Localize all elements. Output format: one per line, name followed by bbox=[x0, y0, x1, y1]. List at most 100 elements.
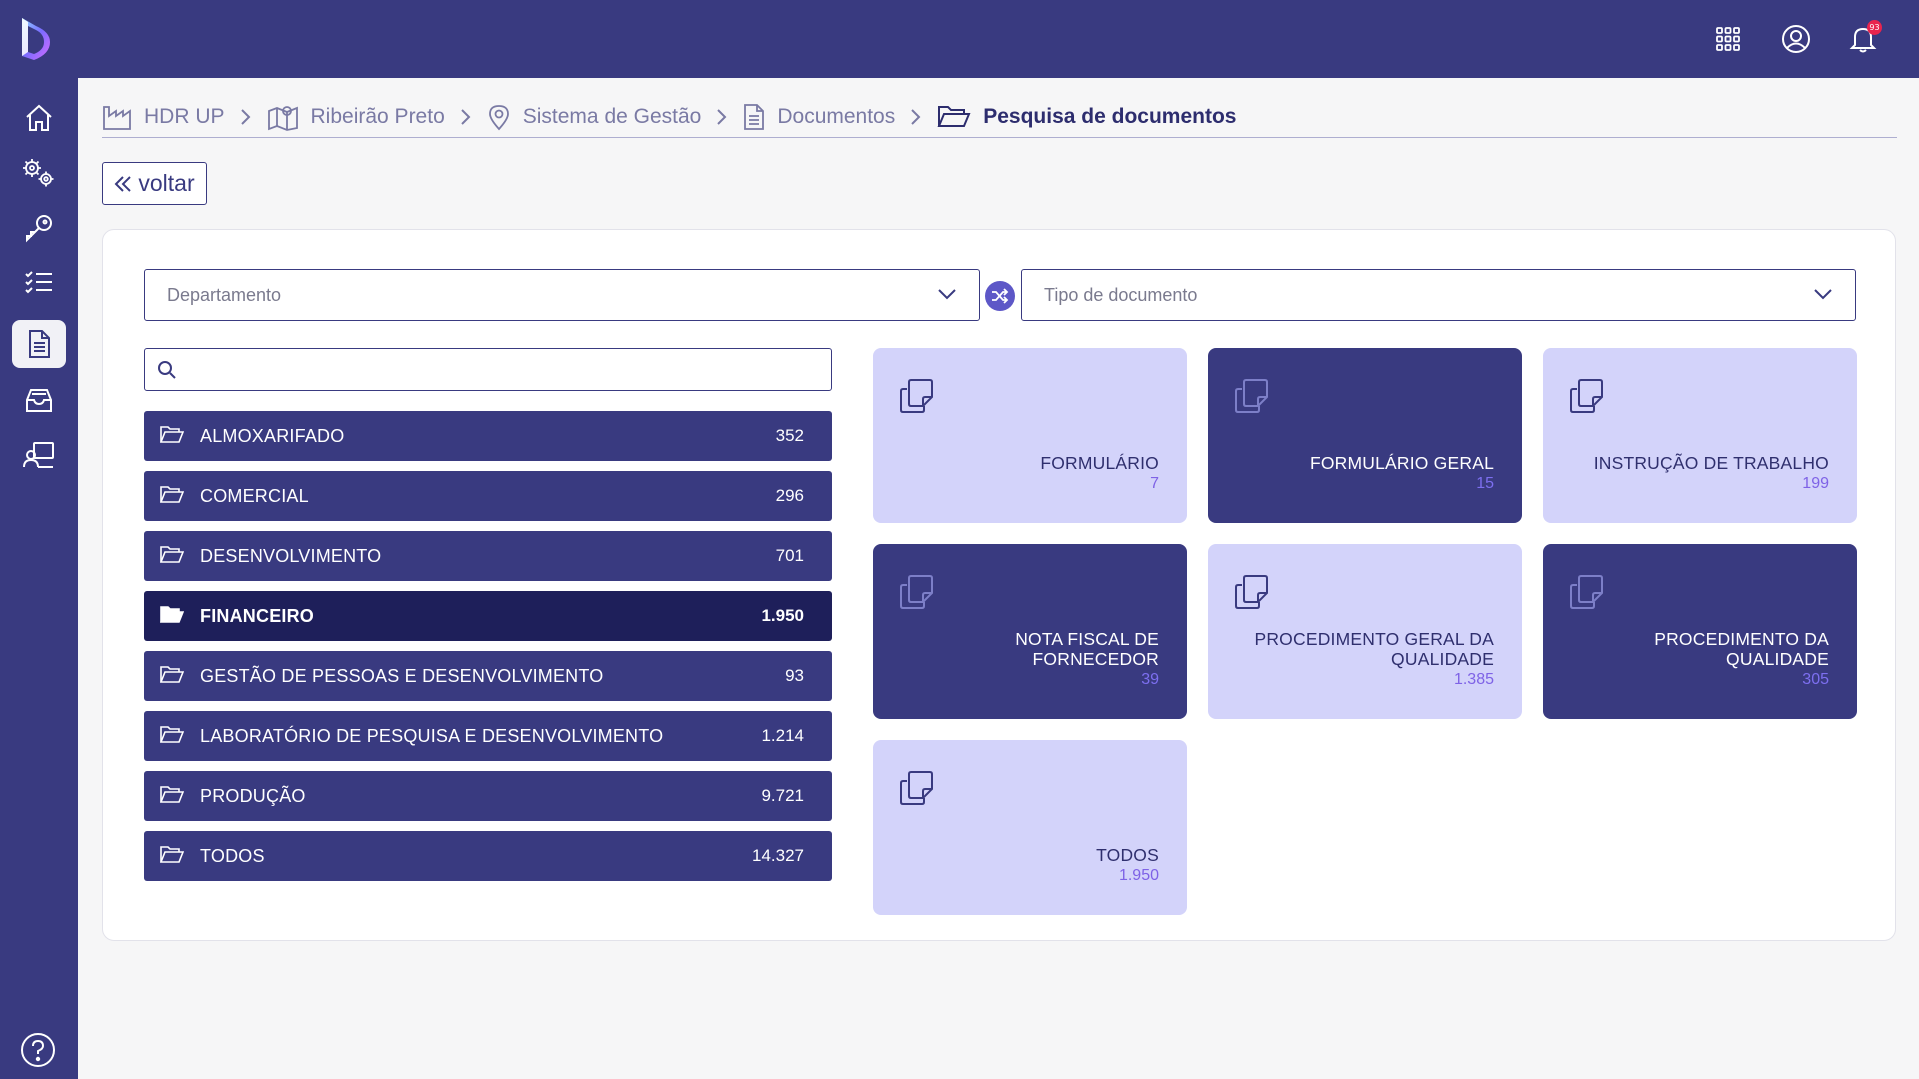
folder-open-filled-icon bbox=[160, 606, 184, 623]
sidebar-item-documents[interactable] bbox=[12, 320, 66, 368]
department-item[interactable]: PRODUÇÃO 9.721 bbox=[144, 771, 832, 821]
back-button[interactable]: voltar bbox=[102, 162, 207, 205]
help-button[interactable] bbox=[19, 1031, 57, 1069]
document-type-card[interactable]: INSTRUÇÃO DE TRABALHO 199 bbox=[1543, 348, 1857, 523]
apps-grid-icon[interactable] bbox=[1709, 20, 1747, 58]
document-type-card[interactable]: NOTA FISCAL DE FORNECEDOR 39 bbox=[873, 544, 1187, 719]
key-icon bbox=[26, 215, 52, 243]
bell-icon[interactable]: 93 bbox=[1844, 20, 1882, 58]
document-icon bbox=[744, 103, 765, 130]
document-type-select-placeholder: Tipo de documento bbox=[1044, 284, 1198, 305]
document-type-title: PROCEDIMENTO GERAL DA QUALIDADE bbox=[1254, 629, 1494, 669]
document-type-select[interactable]: Tipo de documento bbox=[1021, 269, 1856, 321]
document-type-info: PROCEDIMENTO GERAL DA QUALIDADE 1.385 bbox=[1224, 629, 1494, 691]
home-icon bbox=[26, 104, 52, 131]
folder-open-icon bbox=[160, 846, 184, 863]
document-type-card[interactable]: PROCEDIMENTO GERAL DA QUALIDADE 1.385 bbox=[1208, 544, 1522, 719]
notification-badge: 93 bbox=[1867, 20, 1882, 35]
document-type-count: 7 bbox=[1150, 475, 1159, 492]
copy-document-icon bbox=[1235, 575, 1268, 609]
document-type-title: INSTRUÇÃO DE TRABALHO bbox=[1593, 453, 1829, 473]
document-type-count: 199 bbox=[1802, 475, 1829, 492]
department-count: 296 bbox=[775, 486, 804, 505]
document-type-card[interactable]: FORMULÁRIO GERAL 15 bbox=[1208, 348, 1522, 523]
chevron-right-icon bbox=[239, 108, 251, 126]
breadcrumb-label: Documentos bbox=[777, 104, 896, 128]
breadcrumb-item-system[interactable]: Sistema de Gestão bbox=[487, 96, 702, 138]
department-name: GESTÃO DE PESSOAS E DESENVOLVIMENTO bbox=[200, 665, 604, 686]
document-type-info: NOTA FISCAL DE FORNECEDOR 39 bbox=[889, 629, 1159, 691]
user-circle-icon[interactable] bbox=[1777, 20, 1815, 58]
location-pin-icon bbox=[488, 104, 509, 130]
department-name: FINANCEIRO bbox=[200, 605, 314, 626]
department-name: PRODUÇÃO bbox=[200, 785, 306, 806]
document-type-title: FORMULÁRIO GERAL bbox=[1309, 453, 1494, 473]
sidebar-item-users[interactable] bbox=[12, 431, 66, 479]
department-select[interactable]: Departamento bbox=[144, 269, 980, 321]
department-name: TODOS bbox=[200, 845, 265, 866]
breadcrumb: HDR UP Ribeirão Preto Sistema de Gestão … bbox=[102, 96, 1897, 138]
department-item[interactable]: LABORATÓRIO DE PESQUISA E DESENVOLVIMENT… bbox=[144, 711, 832, 761]
sidebar bbox=[0, 78, 78, 1079]
checklist-icon bbox=[25, 271, 52, 294]
sidebar-item-tasks[interactable] bbox=[12, 259, 66, 307]
factory-icon bbox=[103, 105, 131, 130]
folder-open-icon bbox=[160, 426, 184, 443]
chevron-down-icon bbox=[938, 289, 956, 300]
chevron-right-icon bbox=[459, 108, 471, 126]
department-item[interactable]: TODOS 14.327 bbox=[144, 831, 832, 881]
breadcrumb-label: Ribeirão Preto bbox=[310, 104, 445, 128]
document-type-title: NOTA FISCAL DE FORNECEDOR bbox=[1015, 629, 1159, 669]
department-name: COMERCIAL bbox=[200, 485, 309, 506]
document-type-info: INSTRUÇÃO DE TRABALHO 199 bbox=[1559, 453, 1829, 495]
shuffle-icon bbox=[992, 288, 1009, 304]
sidebar-item-settings[interactable] bbox=[12, 149, 66, 197]
document-type-count: 39 bbox=[1141, 671, 1159, 688]
department-count: 701 bbox=[775, 546, 804, 565]
copy-document-icon bbox=[900, 575, 933, 609]
sidebar-item-access[interactable] bbox=[12, 204, 66, 252]
folder-open-icon bbox=[160, 546, 184, 563]
breadcrumb-item-company[interactable]: HDR UP bbox=[102, 96, 225, 138]
logo-icon[interactable] bbox=[16, 12, 64, 64]
breadcrumb-item-unit[interactable]: Ribeirão Preto bbox=[267, 96, 445, 138]
document-type-info: FORMULÁRIO 7 bbox=[889, 453, 1159, 495]
chevron-right-icon bbox=[909, 108, 921, 126]
department-item[interactable]: GESTÃO DE PESSOAS E DESENVOLVIMENTO 93 bbox=[144, 651, 832, 701]
department-item[interactable]: ALMOXARIFADO 352 bbox=[144, 411, 832, 461]
sidebar-item-home[interactable] bbox=[12, 94, 66, 142]
copy-document-icon bbox=[1570, 379, 1603, 413]
breadcrumb-label: Sistema de Gestão bbox=[522, 104, 702, 128]
settings-icon bbox=[23, 159, 54, 187]
document-type-card[interactable]: PROCEDIMENTO DA QUALIDADE 305 bbox=[1543, 544, 1857, 719]
document-type-title: FORMULÁRIO bbox=[1040, 453, 1159, 473]
folder-open-icon bbox=[937, 105, 971, 127]
search-panel: Departamento Tipo de documento ALMOXARIF… bbox=[102, 229, 1896, 941]
chevron-down-icon bbox=[1814, 289, 1832, 300]
department-count: 93 bbox=[785, 666, 804, 685]
department-search-input[interactable] bbox=[185, 353, 815, 386]
document-type-card[interactable]: TODOS 1.950 bbox=[873, 740, 1187, 915]
folder-open-icon bbox=[160, 666, 184, 683]
top-bar: 93 bbox=[0, 0, 1919, 78]
copy-document-icon bbox=[1570, 575, 1603, 609]
department-name: DESENVOLVIMENTO bbox=[200, 545, 382, 566]
department-item[interactable]: DESENVOLVIMENTO 701 bbox=[144, 531, 832, 581]
breadcrumb-item-documents[interactable]: Documentos bbox=[743, 96, 895, 138]
chevron-right-icon bbox=[715, 108, 727, 126]
chevrons-left-icon bbox=[114, 175, 132, 192]
swap-filters-button[interactable] bbox=[985, 281, 1015, 311]
copy-document-icon bbox=[1235, 379, 1268, 413]
department-name: ALMOXARIFADO bbox=[200, 425, 345, 446]
breadcrumb-item-current: Pesquisa de documentos bbox=[937, 96, 1236, 138]
folder-open-icon bbox=[160, 486, 184, 503]
map-icon bbox=[267, 105, 298, 131]
department-item[interactable]: FINANCEIRO 1.950 bbox=[144, 591, 832, 641]
department-list: ALMOXARIFADO 352 COMERCIAL 296 DESENVOLVIMEN… bbox=[144, 411, 832, 891]
sidebar-item-inbox[interactable] bbox=[12, 376, 66, 424]
document-type-title: TODOS bbox=[1096, 845, 1159, 865]
department-item[interactable]: COMERCIAL 296 bbox=[144, 471, 832, 521]
document-type-info: PROCEDIMENTO DA QUALIDADE 305 bbox=[1559, 629, 1829, 691]
back-button-label: voltar bbox=[138, 170, 195, 196]
document-type-card[interactable]: FORMULÁRIO 7 bbox=[873, 348, 1187, 523]
